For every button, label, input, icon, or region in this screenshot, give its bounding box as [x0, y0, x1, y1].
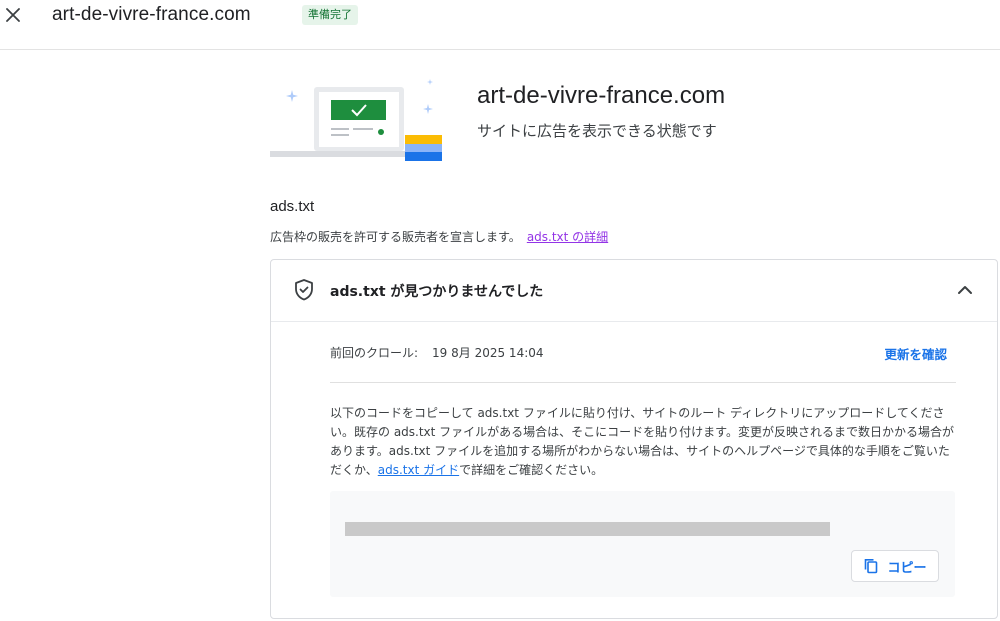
shield-check-icon: [295, 279, 313, 301]
top-bar: art-de-vivre-france.com 準備完了: [0, 0, 1000, 50]
ads-txt-panel: ads.txt が見つかりませんでした 前回のクロール: 19 8月 2025 1…: [270, 259, 998, 619]
sparkle-icon: [427, 79, 433, 85]
panel-title: ads.txt が見つかりませんでした: [330, 284, 544, 300]
site-ready-illustration: [270, 79, 442, 161]
close-button[interactable]: [0, 2, 26, 28]
redacted-code-line: [345, 522, 830, 536]
close-icon: [6, 8, 20, 22]
ads-txt-guide-link[interactable]: ads.txt ガイド: [378, 463, 459, 477]
chevron-up-icon[interactable]: [953, 278, 977, 302]
copy-button[interactable]: コピー: [851, 550, 939, 582]
ads-section-title: ads.txt: [270, 198, 315, 215]
copy-label: コピー: [887, 560, 927, 576]
copy-icon: [865, 559, 878, 574]
ads-section-description: 広告枠の販売を許可する販売者を宣言します。 ads.txt の詳細: [270, 228, 608, 245]
instructions-text: 以下のコードをコピーして ads.txt ファイルに貼り付け、サイトのルート デ…: [330, 404, 960, 480]
sparkle-icon: [423, 104, 433, 114]
ads-details-link[interactable]: ads.txt の詳細: [527, 230, 608, 244]
site-title: art-de-vivre-france.com: [52, 4, 251, 25]
last-crawl: 前回のクロール: 19 8月 2025 14:04: [330, 344, 544, 361]
hero-title: art-de-vivre-france.com: [477, 82, 726, 109]
hero-subtitle: サイトに広告を表示できる状態です: [477, 122, 717, 140]
last-crawl-label: 前回のクロール:: [330, 346, 419, 360]
instructions-post: で詳細をご確認ください。: [459, 463, 604, 477]
panel-header[interactable]: ads.txt が見つかりませんでした: [271, 260, 997, 322]
last-crawl-value: 19 8月 2025 14:04: [432, 346, 544, 360]
sparkle-icon: [286, 90, 298, 102]
ads-description-text: 広告枠の販売を許可する販売者を宣言します。: [270, 230, 521, 244]
status-badge: 準備完了: [302, 5, 358, 25]
divider: [330, 382, 956, 383]
ads-code-box: コピー: [330, 491, 955, 597]
check-update-link[interactable]: 更新を確認: [884, 344, 947, 363]
